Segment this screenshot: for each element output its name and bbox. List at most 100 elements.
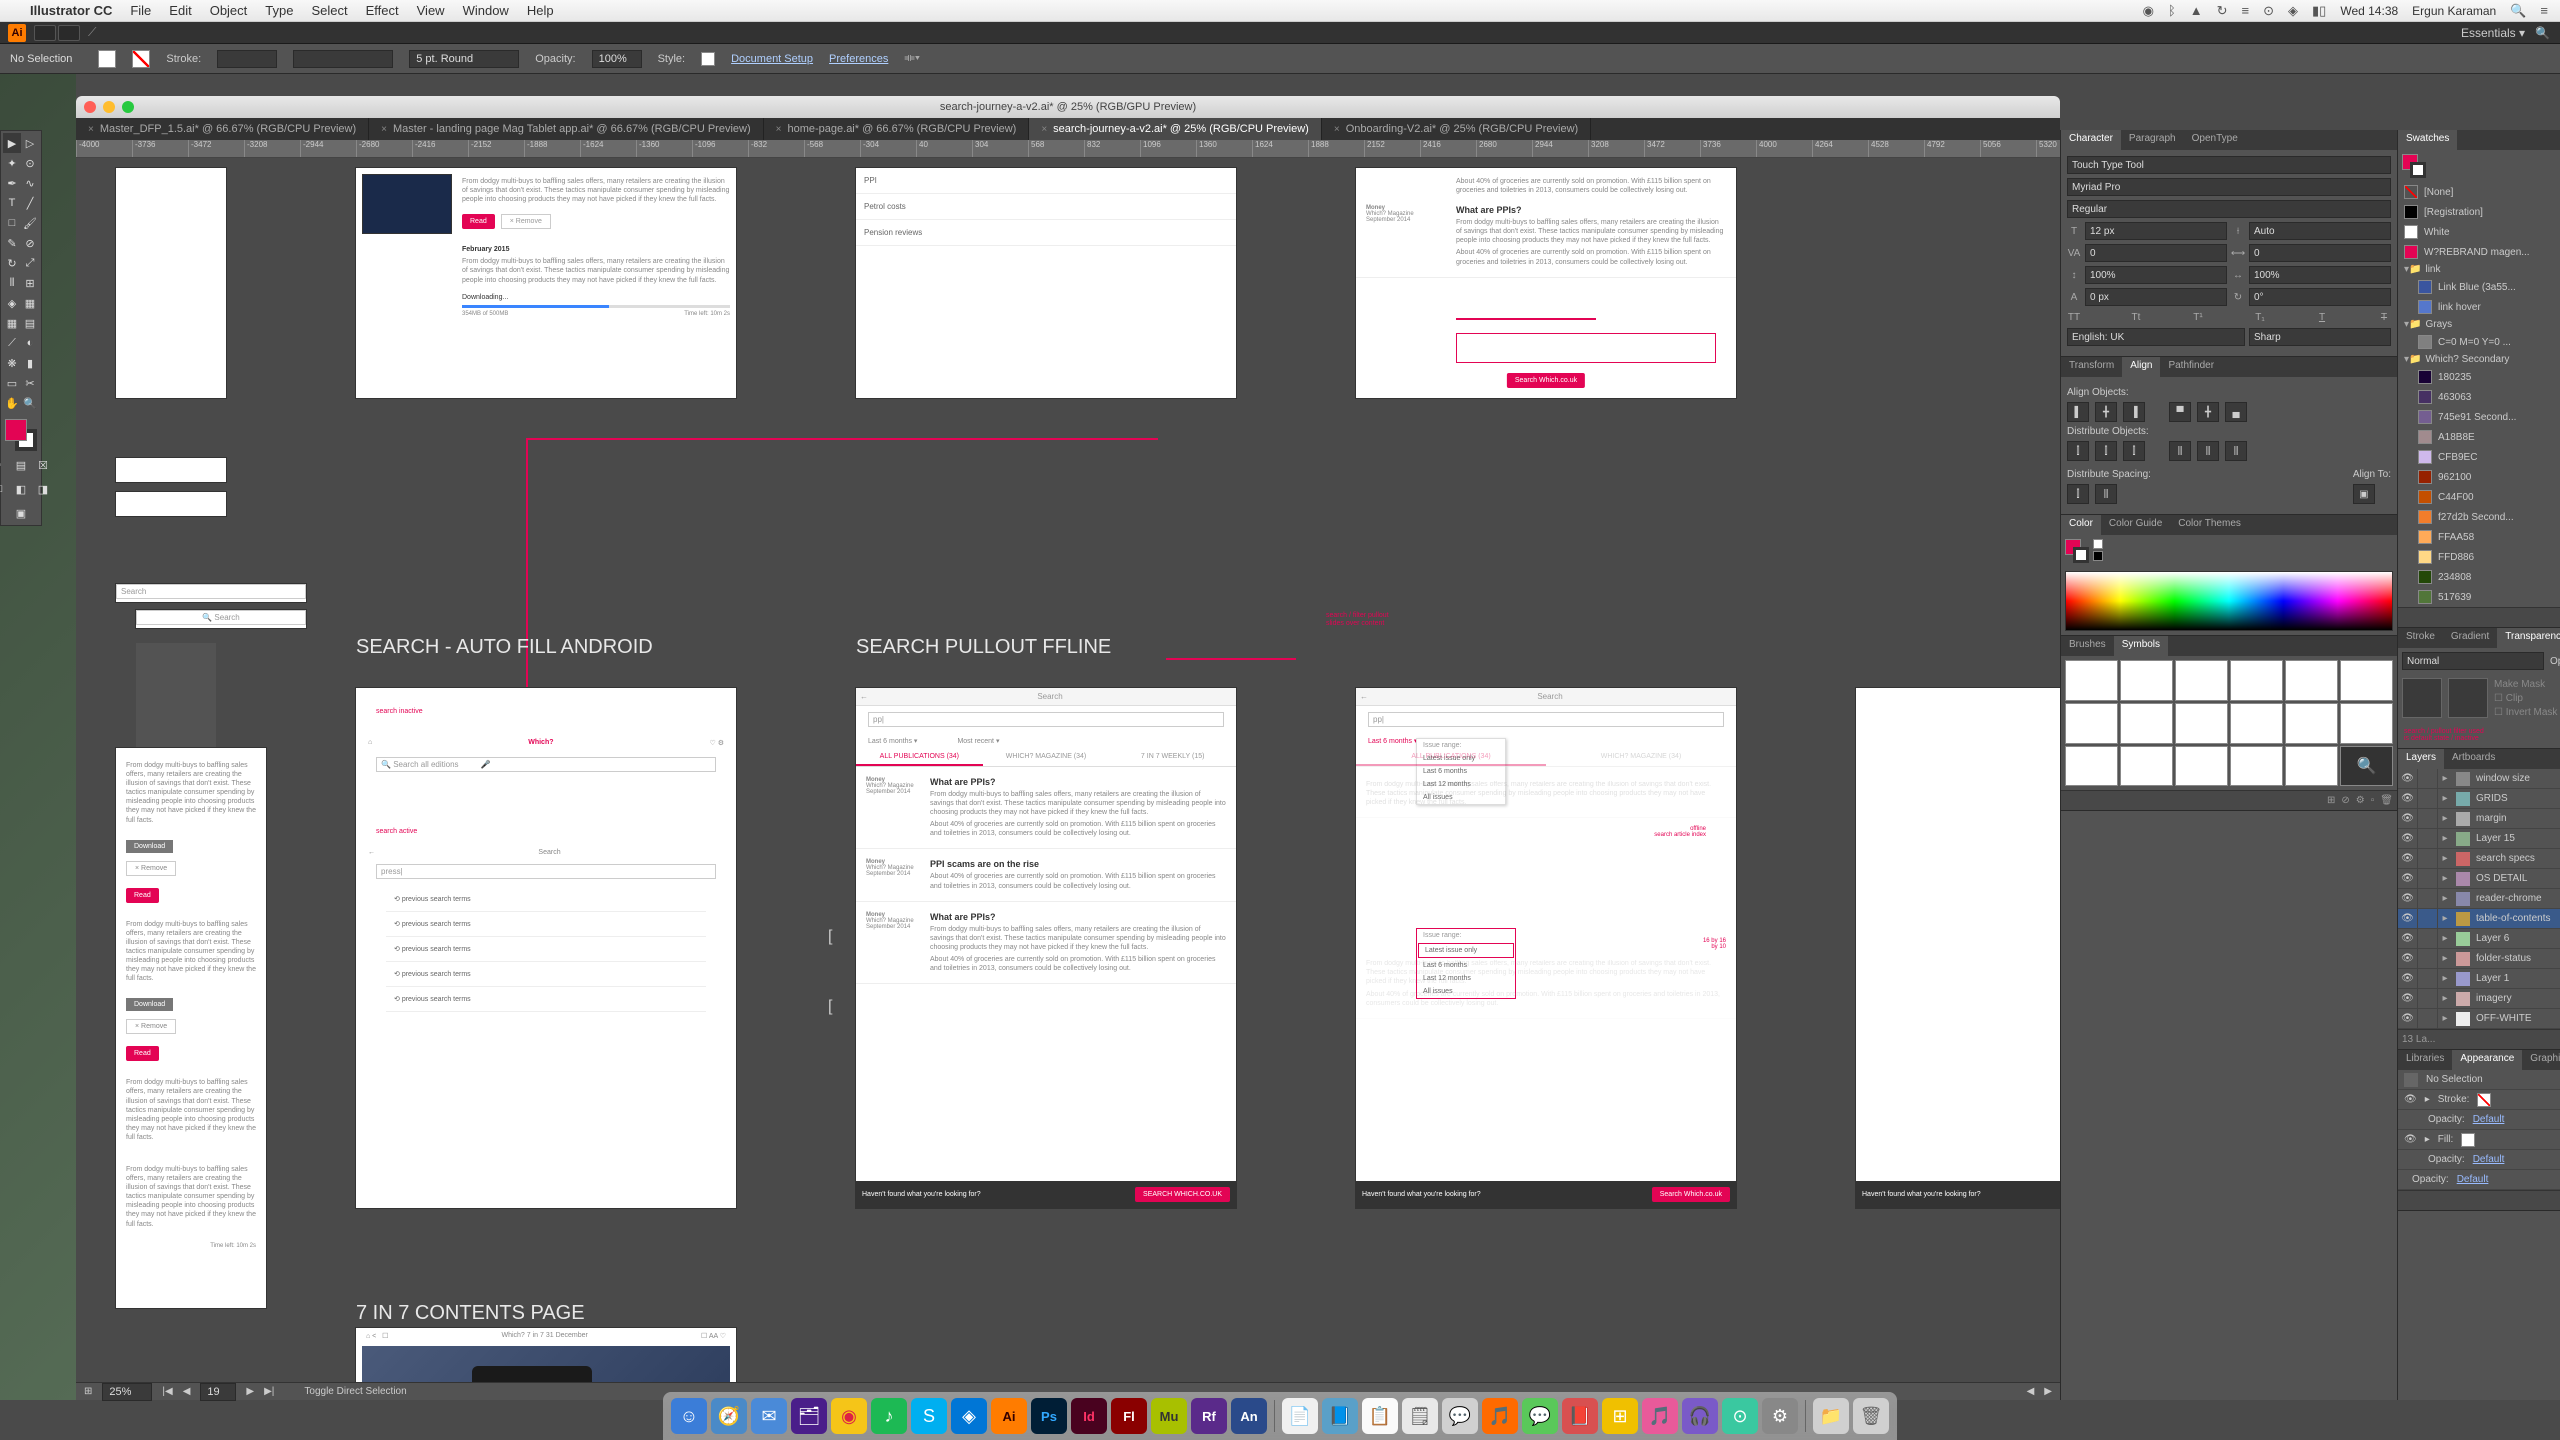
swatch-item[interactable]: FFD886▫ <box>2398 547 2560 567</box>
spotlight-icon[interactable]: 🔍 <box>2510 3 2526 19</box>
swatch-item[interactable]: 234808▫ <box>2398 567 2560 587</box>
align-bottom-button[interactable]: ▄ <box>2225 402 2247 422</box>
layer-item[interactable]: 👁▸imagery <box>2398 989 2560 1009</box>
dock-chrome[interactable]: ◉ <box>831 1398 867 1434</box>
adobe-icon[interactable]: ▲ <box>2190 3 2203 18</box>
scroll-right-icon[interactable]: ▶ <box>2044 1386 2052 1397</box>
symbol-item[interactable] <box>2065 703 2118 744</box>
prev-artboard-button[interactable]: ◀ <box>183 1386 191 1397</box>
magic-wand-tool[interactable]: ✦ <box>3 153 21 173</box>
edit-menu[interactable]: Edit <box>169 3 191 18</box>
swatch-item[interactable]: 962100▫ <box>2398 467 2560 487</box>
dock-app[interactable]: 🎵 <box>1482 1398 1518 1434</box>
opacity-link[interactable]: Default <box>2473 1114 2505 1125</box>
app-menu[interactable]: Illustrator CC <box>30 3 112 18</box>
dock-muse[interactable]: Mu <box>1151 1398 1187 1434</box>
dock-app[interactable]: ⚙ <box>1762 1398 1798 1434</box>
symbol-item[interactable] <box>2285 746 2338 787</box>
layer-item[interactable]: 👁▸Layer 1 <box>2398 969 2560 989</box>
minimize-window-button[interactable] <box>103 101 115 113</box>
next-artboard-button[interactable]: ▶ <box>246 1386 254 1397</box>
language-input[interactable] <box>2067 328 2245 346</box>
zoom-input[interactable] <box>102 1383 152 1401</box>
symbol-item[interactable] <box>2285 703 2338 744</box>
close-icon[interactable]: × <box>381 124 387 135</box>
document-tab[interactable]: ×Onboarding-V2.ai* @ 25% (RGB/CPU Previe… <box>1322 118 1591 140</box>
last-artboard-button[interactable]: ▶| <box>264 1386 274 1397</box>
graphic-styles-tab[interactable]: Graphic Styles <box>2522 1050 2560 1070</box>
dock-app[interactable]: 📄 <box>1282 1398 1318 1434</box>
artboard-number-input[interactable] <box>200 1383 236 1401</box>
symbol-item[interactable] <box>2120 746 2173 787</box>
dock-app[interactable]: 💬 <box>1442 1398 1478 1434</box>
dock-animate[interactable]: An <box>1231 1398 1267 1434</box>
swatch-item[interactable]: White▫ <box>2398 222 2560 242</box>
notifications-icon[interactable]: ≡ <box>2540 3 2548 18</box>
fill-swatch[interactable] <box>98 50 116 68</box>
paintbrush-tool[interactable]: 🖌 <box>21 213 39 233</box>
swatch-item[interactable]: Link Blue (3a55...▫ <box>2398 277 2560 297</box>
dock-flash[interactable]: Fl <box>1111 1398 1147 1434</box>
dock-app[interactable]: 📕 <box>1562 1398 1598 1434</box>
document-setup-button[interactable]: Document Setup <box>731 53 813 65</box>
type-tool[interactable]: T <box>3 193 21 213</box>
distribute-right-button[interactable]: ⫼ <box>2225 441 2247 461</box>
brush-definition[interactable] <box>409 50 519 68</box>
blend-mode-input[interactable] <box>2402 652 2544 670</box>
make-mask-button[interactable]: Make Mask <box>2494 679 2557 690</box>
stroke-swatch[interactable] <box>132 50 150 68</box>
layer-item[interactable]: 👁▸window size <box>2398 769 2560 789</box>
document-tab[interactable]: ×search-journey-a-v2.ai* @ 25% (RGB/CPU … <box>1029 118 1322 140</box>
character-tab[interactable]: Character <box>2061 130 2121 150</box>
dock-indesign[interactable]: Id <box>1071 1398 1107 1434</box>
smallcaps-icon[interactable]: Tt <box>2129 310 2143 324</box>
allcaps-icon[interactable]: TT <box>2067 310 2081 324</box>
dock-app[interactable]: 🗒 <box>1402 1398 1438 1434</box>
layer-item[interactable]: 👁▸OS DETAIL <box>2398 869 2560 889</box>
gradient-tool[interactable]: ▤ <box>21 313 39 333</box>
brushes-tab[interactable]: Brushes <box>2061 636 2114 656</box>
symbol-item[interactable] <box>2065 746 2118 787</box>
symbol-item[interactable] <box>2065 660 2118 701</box>
stroke-swatch[interactable] <box>2477 1093 2491 1107</box>
dock-illustrator[interactable]: Ai <box>991 1398 1027 1434</box>
pencil-tool[interactable]: ✎ <box>3 233 21 253</box>
rectangle-tool[interactable]: □ <box>3 213 21 233</box>
distribute-vcenter-button[interactable]: ⫿ <box>2095 441 2117 461</box>
layer-item[interactable]: 👁▸Layer 6 <box>2398 929 2560 949</box>
swatch-group[interactable]: ▾📁Which? Secondary <box>2398 352 2560 367</box>
swatch-group[interactable]: ▾📁link <box>2398 262 2560 277</box>
close-window-button[interactable] <box>84 101 96 113</box>
color-spectrum[interactable] <box>2065 571 2393 631</box>
dock-finder[interactable]: ☺ <box>671 1398 707 1434</box>
libraries-tab[interactable]: Libraries <box>2398 1050 2452 1070</box>
stroke-weight-input[interactable] <box>217 50 277 68</box>
swatch-item[interactable]: [None]▫ <box>2398 182 2560 202</box>
layers-tab[interactable]: Layers <box>2398 749 2444 769</box>
layer-item[interactable]: 👁▸OFF-WHITE <box>2398 1009 2560 1029</box>
fill-stroke-swatches[interactable] <box>5 419 37 451</box>
window-menu[interactable]: Window <box>463 3 509 18</box>
dock-downloads[interactable]: 📁 <box>1813 1398 1849 1434</box>
first-artboard-button[interactable]: |◀ <box>162 1386 172 1397</box>
symbol-lib-icon[interactable]: ⊞ <box>2327 795 2335 806</box>
cc-icon[interactable]: ◉ <box>2143 3 2154 19</box>
align-to-button[interactable]: ▣ <box>2353 484 2375 504</box>
opentype-tab[interactable]: OpenType <box>2184 130 2246 150</box>
clock[interactable]: Wed 14:38 <box>2340 4 2398 18</box>
scale-tool[interactable]: ⤢ <box>21 253 39 273</box>
gradient-mode[interactable]: ▤ <box>11 455 31 475</box>
symbol-item[interactable] <box>2175 660 2228 701</box>
menu-icon[interactable]: ≡ <box>2242 3 2250 18</box>
document-tab[interactable]: ×Master - landing page Mag Tablet app.ai… <box>369 118 763 140</box>
symbol-item[interactable] <box>2230 746 2283 787</box>
layer-item[interactable]: 👁▸folder-status <box>2398 949 2560 969</box>
pathfinder-tab[interactable]: Pathfinder <box>2160 357 2222 377</box>
color-tab[interactable]: Color <box>2061 515 2101 535</box>
opacity-link[interactable]: Default <box>2473 1154 2505 1165</box>
delete-symbol-icon[interactable]: 🗑 <box>2380 795 2393 806</box>
hand-tool[interactable]: ✋ <box>3 393 21 413</box>
dock-mail[interactable]: ✉ <box>751 1398 787 1434</box>
column-graph-tool[interactable]: ▮ <box>21 353 39 373</box>
symbol-item[interactable] <box>2120 703 2173 744</box>
